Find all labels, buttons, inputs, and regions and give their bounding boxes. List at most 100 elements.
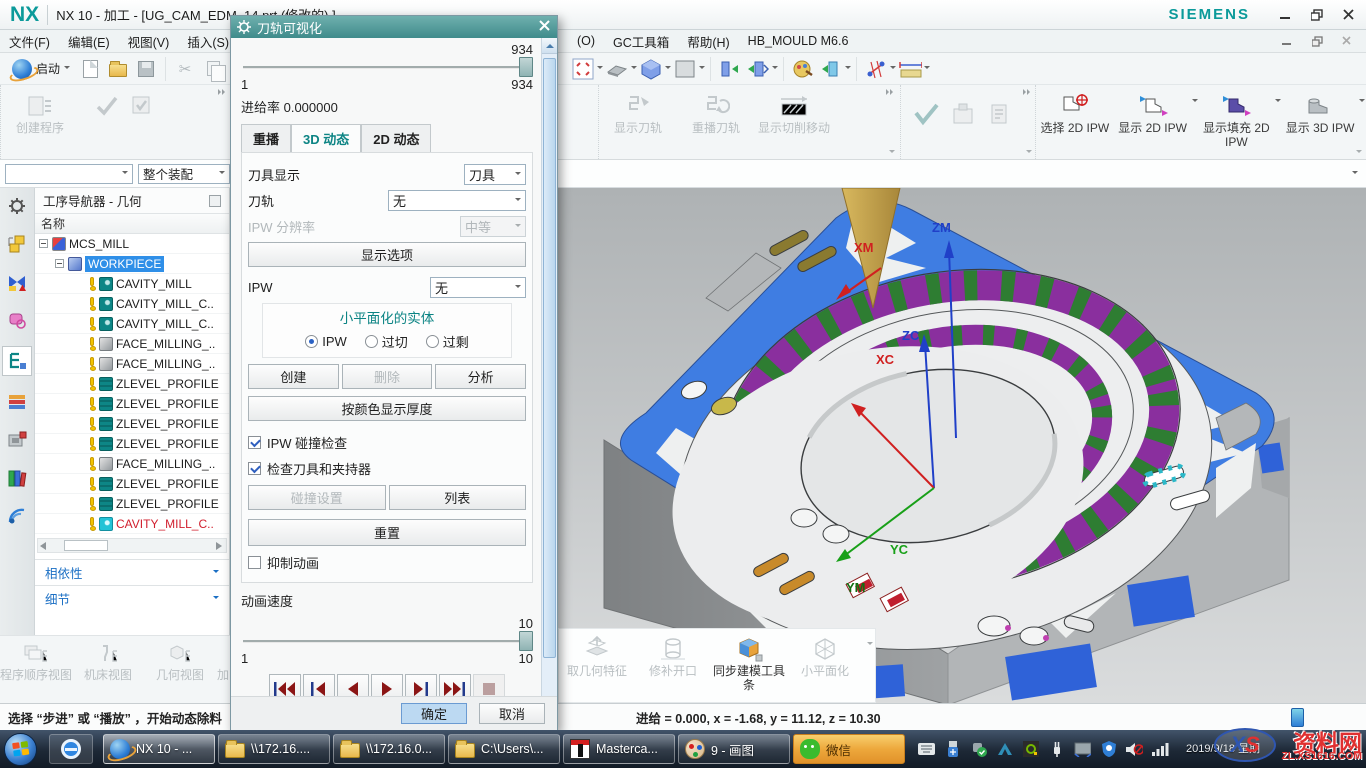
tree-item-zlevel-profile[interactable]: ZLEVEL_PROFILE: [35, 474, 229, 494]
taskbar-button-folder-172-16[interactable]: \\172.16....: [218, 734, 330, 764]
tree-item-zlevel-profile[interactable]: ZLEVEL_PROFILE: [35, 414, 229, 434]
taskbar-button-nx[interactable]: NX 10 - ...: [103, 734, 215, 764]
graphics-viewport[interactable]: ZM XM ZC XC YC YM: [556, 188, 1366, 703]
create-program-button[interactable]: 创建程序: [1, 89, 79, 135]
replay-toolpath-button[interactable]: 重播刀轨: [677, 89, 755, 135]
operation-navigator-icon[interactable]: [2, 346, 32, 376]
generate-toolpath-icon[interactable]: [95, 93, 119, 117]
assembly-navigator-icon[interactable]: [5, 232, 29, 256]
taskbar-button-folder-172-16-0[interactable]: \\172.16.0...: [333, 734, 445, 764]
autodesk-icon[interactable]: [996, 741, 1013, 758]
analyze-button[interactable]: 分析: [435, 364, 526, 389]
tree-item-zlevel-profile[interactable]: ZLEVEL_PROFILE: [35, 494, 229, 514]
taskbar-button-wechat[interactable]: 微信: [793, 734, 905, 764]
create-button[interactable]: 创建: [248, 364, 339, 389]
checkbox-checked-icon[interactable]: [248, 462, 261, 475]
tree-item-cavity-mill-c-[interactable]: CAVITY_MILL_C..: [35, 514, 229, 534]
taskbar-button-paint[interactable]: 9 - 画图: [678, 734, 790, 764]
cut-icon[interactable]: ✂: [173, 57, 197, 81]
show-3d-ipw-button[interactable]: 显示 3D IPW: [1281, 89, 1359, 135]
group-more-icon[interactable]: [889, 150, 895, 156]
display-settings-icon[interactable]: [1074, 741, 1091, 758]
machine-simulate-icon[interactable]: [951, 101, 977, 127]
menu-tools[interactable]: (O): [568, 30, 604, 52]
tree-item-face-milling-[interactable]: FACE_MILLING_..: [35, 454, 229, 474]
display-style-cube-icon[interactable]: [639, 57, 663, 81]
tree-item-cavity-mill[interactable]: CAVITY_MILL: [35, 274, 229, 294]
radio-ipw[interactable]: IPW: [305, 334, 347, 349]
selection-scope-combo[interactable]: 整个装配: [138, 164, 230, 184]
patch-opening-button[interactable]: 修补开口: [635, 634, 711, 678]
tree-item-cavity-mill-c-[interactable]: CAVITY_MILL_C..: [35, 294, 229, 314]
tree-item-face-milling-[interactable]: FACE_MILLING_..: [35, 354, 229, 374]
ok-button[interactable]: 确定: [401, 703, 467, 724]
show-filled-2d-ipw-button[interactable]: 显示填充 2D IPW: [1198, 89, 1276, 149]
tree-item-zlevel-profile[interactable]: ZLEVEL_PROFILE: [35, 434, 229, 454]
save-button[interactable]: [134, 57, 158, 81]
pin-icon[interactable]: [209, 195, 221, 207]
expander-icon[interactable]: [39, 239, 48, 248]
group-more-icon[interactable]: [1026, 150, 1032, 156]
synchronous-modeling-button[interactable]: 同步建模工具条: [711, 634, 787, 692]
copy-icon[interactable]: [201, 57, 225, 81]
motion-slider[interactable]: [241, 57, 533, 77]
close-button[interactable]: [1340, 7, 1358, 23]
select-2d-ipw-button[interactable]: 选择 2D IPW: [1036, 89, 1114, 135]
clip-section-icon[interactable]: [718, 57, 742, 81]
tool-display-combo[interactable]: 刀具: [464, 164, 526, 185]
tree-item-zlevel-profile[interactable]: ZLEVEL_PROFILE: [35, 394, 229, 414]
chevron-down-icon[interactable]: [867, 642, 873, 648]
mdi-minimize-button[interactable]: [1278, 33, 1296, 49]
toolpath-combo[interactable]: 无: [388, 190, 526, 211]
chevron-down-icon[interactable]: [1359, 99, 1365, 105]
mdi-close-button[interactable]: [1338, 33, 1356, 49]
show-2d-ipw-button[interactable]: 显示 2D IPW: [1114, 89, 1192, 135]
radio-gouge[interactable]: 过切: [365, 332, 408, 351]
layers-icon[interactable]: [5, 390, 29, 414]
window-style-icon[interactable]: [673, 57, 697, 81]
usb-safe-remove-icon[interactable]: [970, 741, 987, 758]
measure-icon[interactable]: [898, 57, 922, 81]
tray-clock[interactable]: 2019/9/18 星期: [1186, 743, 1260, 756]
checkbox-unchecked-icon[interactable]: [248, 556, 261, 569]
part-navigator-icon[interactable]: [5, 308, 29, 332]
verify-toolpath-icon[interactable]: [129, 93, 153, 117]
security-shield-icon[interactable]: [1100, 741, 1117, 758]
constraint-navigator-icon[interactable]: [5, 270, 29, 294]
taskbar-button-mastercam[interactable]: Masterca...: [563, 734, 675, 764]
machining-feature-view-button[interactable]: 加: [216, 642, 230, 682]
tool-holder-check-row[interactable]: 检查刀具和夹持器: [248, 459, 526, 478]
toolbar-overflow-icon[interactable]: [1352, 171, 1358, 177]
power-plug-icon[interactable]: [1048, 741, 1065, 758]
expander-icon[interactable]: [55, 259, 64, 268]
machine-tool-view-button[interactable]: 机床视图: [72, 642, 144, 682]
thickness-by-color-button[interactable]: 按颜色显示厚度: [248, 396, 526, 421]
dialog-scrollbar[interactable]: [541, 38, 557, 730]
dialog-close-icon[interactable]: [539, 20, 551, 35]
scroll-up-button[interactable]: [542, 38, 557, 54]
extract-geometry-button[interactable]: 取几何特征: [559, 634, 635, 678]
edit-section-icon[interactable]: [746, 57, 770, 81]
dialog-scrollbar-thumb[interactable]: [543, 58, 556, 658]
tree-item-face-milling-[interactable]: FACE_MILLING_..: [35, 334, 229, 354]
nvidia-icon[interactable]: [1022, 741, 1039, 758]
menu-hb-mould[interactable]: HB_MOULD M6.6: [739, 30, 858, 52]
start-button[interactable]: 启动: [6, 57, 76, 81]
speed-slider-thumb[interactable]: [519, 631, 533, 651]
overflow-icon[interactable]: [886, 89, 895, 98]
ipw-collision-check-row[interactable]: IPW 碰撞检查: [248, 433, 526, 452]
group-more-icon[interactable]: [1356, 150, 1362, 156]
gear-icon[interactable]: [5, 194, 29, 218]
network-signal-icon[interactable]: [1152, 741, 1169, 758]
library-icon[interactable]: [5, 466, 29, 490]
horizontal-scrollbar[interactable]: [37, 538, 227, 553]
checkbox-checked-icon[interactable]: [248, 436, 261, 449]
animation-speed-slider[interactable]: [241, 631, 533, 651]
tab-replay[interactable]: 重播: [241, 124, 291, 152]
program-order-view-button[interactable]: 程序顺序视图: [0, 642, 72, 682]
mdi-restore-button[interactable]: [1308, 33, 1326, 49]
tab-3d-dynamic[interactable]: 3D 动态: [291, 124, 361, 152]
ipw-combo[interactable]: 无: [430, 277, 526, 298]
usb-icon[interactable]: [944, 741, 961, 758]
keyboard-icon[interactable]: [918, 741, 935, 758]
